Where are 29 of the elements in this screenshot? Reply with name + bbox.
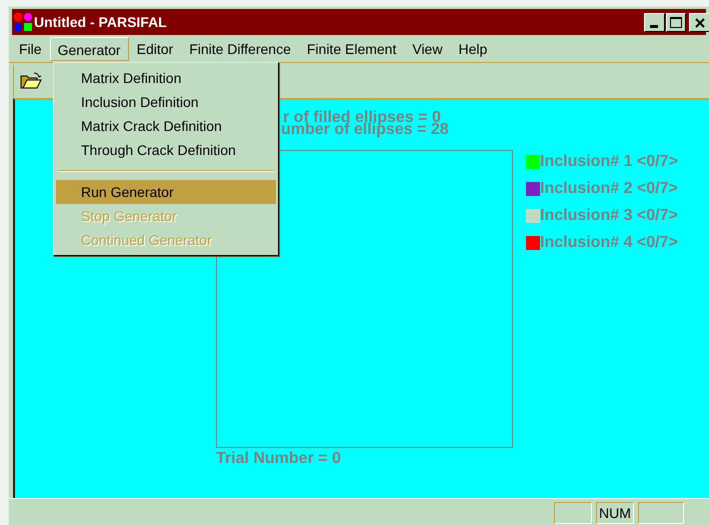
menu-item[interactable]: Help: [450, 37, 496, 61]
maximize-icon: [670, 17, 682, 28]
menu-entry[interactable]: Inclusion Definition: [56, 90, 276, 114]
status-pane: [638, 502, 684, 524]
menu-entry[interactable]: Run Generator: [56, 180, 276, 204]
menu-item[interactable]: File: [11, 37, 50, 61]
menu-item[interactable]: View: [404, 37, 450, 61]
menu-entry[interactable]: Matrix Crack Definition: [56, 114, 276, 138]
menu-item[interactable]: Generator: [50, 37, 129, 61]
close-button[interactable]: [689, 13, 709, 32]
minimize-button[interactable]: [644, 13, 665, 32]
maximize-button[interactable]: [666, 13, 686, 32]
status-pane: [554, 502, 592, 524]
menu-item[interactable]: Finite Difference: [181, 37, 299, 61]
app-icon: [13, 12, 33, 32]
folder-icon: [20, 72, 42, 90]
status-pane: NUM: [596, 502, 634, 524]
legend-label: Inclusion# 1 <0/7>: [540, 152, 678, 172]
window-title: Untitled - PARSIFAL: [34, 12, 167, 32]
menu-entry[interactable]: Matrix Definition: [56, 66, 276, 90]
close-icon: [694, 18, 705, 28]
menu-item[interactable]: Editor: [128, 37, 182, 61]
menu-item[interactable]: Finite Element: [298, 37, 404, 61]
legend-label: Inclusion# 3 <0/7>: [540, 206, 678, 226]
menu-entry[interactable]: Through Crack Definition: [56, 138, 276, 162]
trial-number-text: Trial Number = 0: [216, 451, 341, 466]
legend-label: Inclusion# 4 <0/7>: [540, 233, 678, 253]
legend-label: Inclusion# 2 <0/7>: [540, 179, 678, 199]
minimize-icon: [650, 25, 658, 28]
